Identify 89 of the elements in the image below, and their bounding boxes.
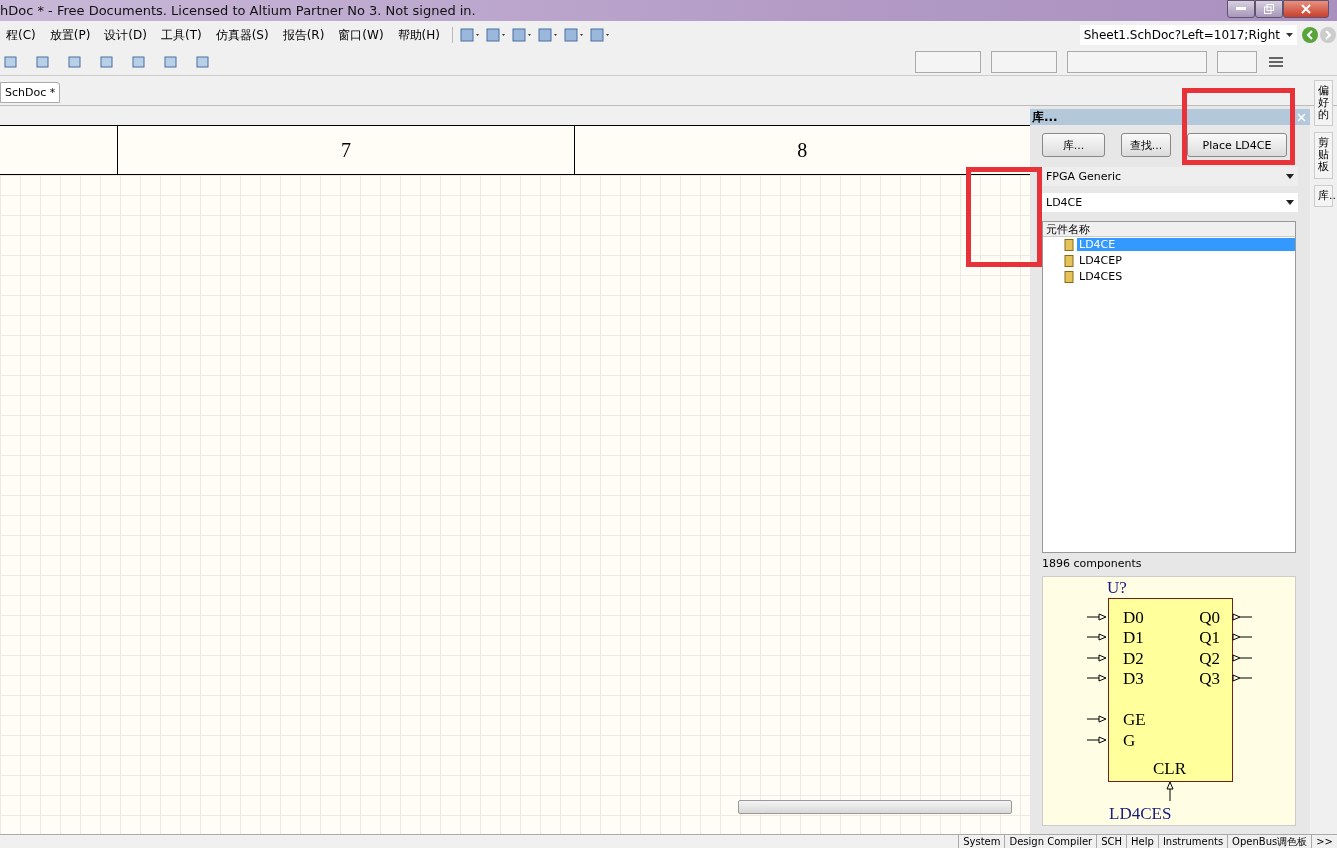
menu-item[interactable]: 报告(R) (276, 26, 333, 44)
side-tab[interactable]: 剪贴板 (1314, 132, 1333, 179)
toolbar-icon[interactable] (537, 27, 559, 43)
menu-item[interactable]: 帮助(H) (391, 26, 448, 44)
column-header[interactable]: 元件名称 (1043, 221, 1295, 237)
status-tab[interactable]: OpenBus调色板 (1227, 835, 1312, 848)
pin-label: D0 (1123, 607, 1144, 627)
status-tab[interactable]: Instruments (1157, 835, 1228, 848)
pin-line (1087, 735, 1107, 744)
restore-icon (1264, 4, 1274, 14)
chip-icon (1063, 254, 1075, 267)
menu-item[interactable]: 设计(D) (98, 26, 155, 44)
restore-button[interactable] (1255, 0, 1283, 18)
toolbar-icon[interactable] (130, 54, 148, 70)
pin-line (1087, 633, 1107, 642)
panel-button[interactable]: Place LD4CE (1187, 133, 1287, 157)
menu-item[interactable]: 窗口(W) (332, 26, 392, 44)
pin-label: D3 (1123, 669, 1144, 689)
close-icon (1301, 4, 1311, 14)
zone-label: 7 (117, 126, 574, 174)
menu-item[interactable]: 仿真器(S) (209, 26, 277, 44)
component-count: 1896 components (1041, 555, 1143, 572)
caret-icon (1286, 173, 1294, 179)
menu-item[interactable]: 程(C) (0, 26, 44, 44)
pin-line (1232, 612, 1252, 621)
pin-line (1087, 653, 1107, 662)
dropdown[interactable] (915, 51, 981, 73)
scrollbar-thumb[interactable] (738, 800, 1012, 814)
filter-dropdown[interactable]: LD4CE (1042, 192, 1298, 212)
pin-label: D1 (1123, 628, 1144, 648)
pin-line (1087, 674, 1107, 683)
caret-icon (1286, 199, 1294, 205)
minimize-icon (1236, 7, 1246, 11)
designator-label: U? (1107, 577, 1127, 598)
panel-title: 库... (1032, 108, 1058, 126)
side-tab[interactable]: 偏好的 (1314, 80, 1333, 127)
toolbar-icon[interactable] (66, 54, 84, 70)
status-tab[interactable]: >> (1311, 835, 1337, 848)
status-tab[interactable]: SCH (1096, 835, 1127, 848)
pin-label: D2 (1123, 648, 1144, 668)
toolbar-icon[interactable] (98, 54, 116, 70)
toolbar-icon[interactable] (485, 27, 507, 43)
pin-line (1166, 780, 1174, 801)
toolbar-icon[interactable] (563, 27, 585, 43)
toolbar-icon[interactable] (34, 54, 52, 70)
toolbar-icon[interactable] (459, 27, 481, 43)
panel-button[interactable]: 查找... (1121, 133, 1171, 157)
toolbar-icon[interactable] (511, 27, 533, 43)
component-item[interactable]: LD4CEP (1077, 254, 1295, 268)
forward-icon[interactable] (1319, 26, 1337, 44)
chip-icon (1063, 238, 1075, 251)
menu-item[interactable]: 工具(T) (154, 26, 210, 44)
pin-line (1232, 633, 1252, 642)
pin-label: CLR (1153, 758, 1187, 779)
pin-label: Q2 (1199, 648, 1220, 668)
pin-line (1087, 715, 1107, 724)
panel-button[interactable]: 库... (1042, 133, 1105, 157)
component-item[interactable]: LD4CES (1077, 270, 1295, 284)
status-tab[interactable]: Design Compiler (1004, 835, 1097, 848)
chip-icon (1063, 270, 1075, 283)
toolbar-icon[interactable] (194, 54, 212, 70)
address-field[interactable]: Sheet1.SchDoc?Left=1017;Right (1079, 25, 1297, 45)
document-tab[interactable]: SchDoc * (0, 82, 61, 103)
close-button[interactable] (1283, 0, 1329, 18)
dropdown[interactable] (1067, 51, 1207, 73)
back-icon[interactable] (1301, 26, 1319, 44)
pin-label: Q1 (1199, 628, 1220, 648)
library-dropdown[interactable]: FPGA Generic (1042, 167, 1298, 186)
minimize-button[interactable] (1227, 0, 1255, 18)
toolbar-icon[interactable] (2, 54, 20, 70)
status-tab[interactable]: System (958, 835, 1005, 848)
pin-label: GE (1123, 710, 1146, 730)
close-icon[interactable] (1297, 112, 1306, 122)
pin-label: Q3 (1199, 669, 1220, 689)
toolbar-icon[interactable] (162, 54, 180, 70)
dropdown[interactable] (1217, 51, 1257, 73)
pin-label: G (1123, 730, 1136, 750)
component-name: LD4CES (1109, 804, 1172, 824)
pin-line (1087, 612, 1107, 621)
caret-icon (1286, 33, 1293, 37)
status-tab[interactable]: Help (1126, 835, 1158, 848)
side-tab[interactable]: 库... (1314, 184, 1333, 207)
menu-item[interactable]: 放置(P) (43, 26, 99, 44)
dropdown[interactable] (991, 51, 1057, 73)
pin-line (1232, 674, 1252, 683)
window-title: hDoc * - Free Documents. Licensed to Altium Partner No 3. Not signed in. (0, 3, 477, 18)
pin-label: Q0 (1199, 607, 1220, 627)
toolbar-icon[interactable] (589, 27, 611, 43)
pin-line (1232, 653, 1252, 662)
